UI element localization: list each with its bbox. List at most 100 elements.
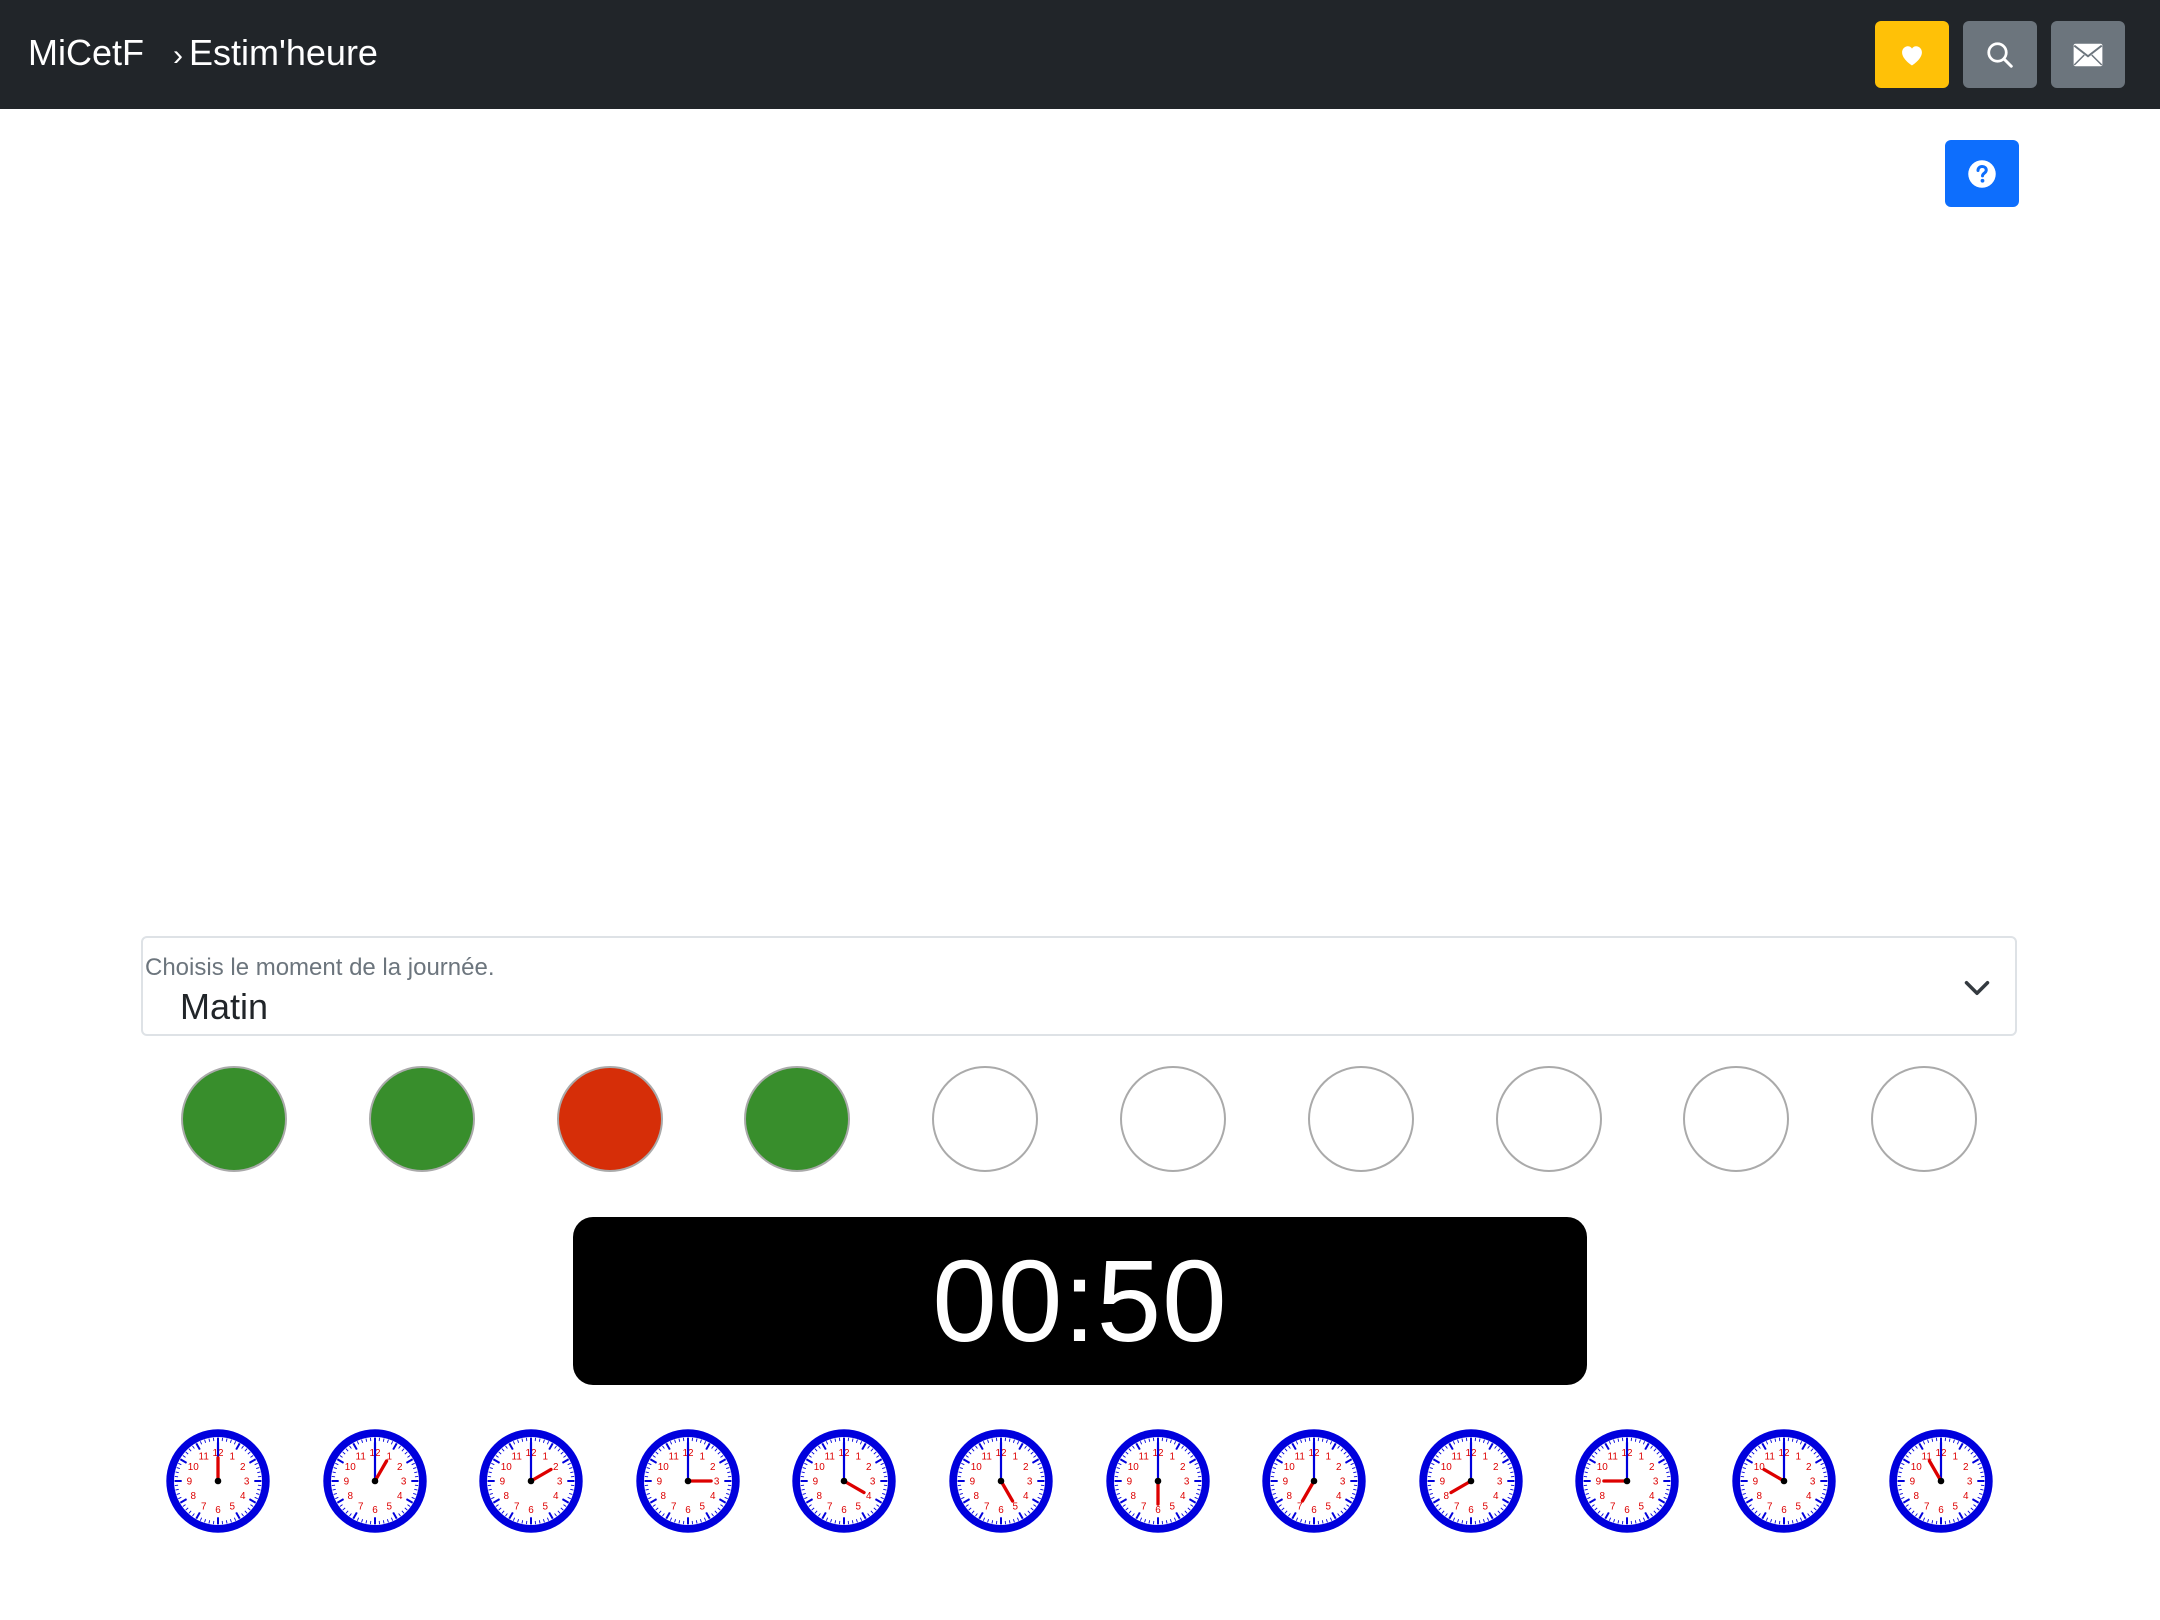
svg-text:4: 4 — [1806, 1491, 1812, 1502]
svg-text:6: 6 — [685, 1505, 691, 1516]
svg-text:1: 1 — [230, 1452, 236, 1463]
svg-text:3: 3 — [1653, 1477, 1659, 1488]
svg-text:7: 7 — [201, 1501, 207, 1512]
svg-text:7: 7 — [671, 1501, 677, 1512]
svg-text:4: 4 — [240, 1491, 246, 1502]
svg-text:11: 11 — [1765, 1452, 1776, 1463]
brand-link[interactable]: MiCetF — [28, 31, 144, 75]
svg-text:11: 11 — [1295, 1452, 1306, 1463]
svg-text:1: 1 — [699, 1452, 705, 1463]
svg-text:1: 1 — [1482, 1452, 1488, 1463]
timer-display: 00:50 — [573, 1217, 1587, 1385]
envelope-icon — [2073, 43, 2103, 66]
progress-dot-pending — [1495, 1066, 1602, 1172]
svg-text:1: 1 — [543, 1452, 549, 1463]
svg-text:7: 7 — [984, 1501, 990, 1512]
progress-dot-correct — [181, 1066, 287, 1172]
progress-dot-pending — [1307, 1066, 1414, 1172]
svg-text:6: 6 — [372, 1505, 378, 1516]
svg-text:10: 10 — [814, 1462, 826, 1473]
favorite-button[interactable] — [1875, 21, 1949, 88]
svg-text:6: 6 — [1938, 1505, 1944, 1516]
progress-dot-pending — [1871, 1066, 1978, 1172]
moment-select[interactable]: Choisis le moment de la journée. Matin — [141, 936, 2017, 1036]
svg-text:6: 6 — [842, 1505, 848, 1516]
svg-text:9: 9 — [813, 1477, 819, 1488]
svg-text:1: 1 — [1013, 1452, 1019, 1463]
svg-text:5: 5 — [856, 1501, 862, 1512]
svg-text:10: 10 — [1597, 1462, 1609, 1473]
clock-option[interactable]: 123456789101112 — [946, 1426, 1056, 1536]
svg-text:6: 6 — [1781, 1505, 1787, 1516]
svg-text:8: 8 — [1130, 1491, 1136, 1502]
svg-text:3: 3 — [1966, 1477, 1972, 1488]
search-button[interactable] — [1963, 21, 2037, 88]
clock-option[interactable]: 123456789101112 — [1416, 1426, 1526, 1536]
svg-text:2: 2 — [1963, 1462, 1969, 1473]
svg-text:2: 2 — [397, 1462, 403, 1473]
svg-text:1: 1 — [1952, 1452, 1958, 1463]
breadcrumb: › Estim'heure — [173, 31, 378, 78]
svg-text:11: 11 — [199, 1452, 210, 1463]
chevron-down-icon — [1964, 981, 1990, 995]
svg-text:4: 4 — [1336, 1491, 1342, 1502]
svg-text:2: 2 — [1023, 1462, 1029, 1473]
svg-text:6: 6 — [528, 1505, 534, 1516]
svg-text:9: 9 — [1439, 1477, 1445, 1488]
svg-text:11: 11 — [668, 1452, 679, 1463]
svg-text:2: 2 — [710, 1462, 716, 1473]
breadcrumb-current[interactable]: Estim'heure — [189, 32, 378, 73]
clock-option[interactable]: 123456789101112 — [476, 1426, 586, 1536]
svg-text:9: 9 — [1909, 1477, 1915, 1488]
search-icon — [1987, 41, 2013, 68]
svg-text:3: 3 — [1027, 1477, 1033, 1488]
svg-text:7: 7 — [358, 1501, 364, 1512]
svg-text:2: 2 — [1493, 1462, 1499, 1473]
svg-text:11: 11 — [1608, 1452, 1619, 1463]
clock-option[interactable]: 123456789101112 — [1886, 1426, 1996, 1536]
clock-option[interactable]: 123456789101112 — [789, 1426, 899, 1536]
svg-text:6: 6 — [1625, 1505, 1631, 1516]
svg-text:8: 8 — [660, 1491, 666, 1502]
svg-text:9: 9 — [970, 1477, 976, 1488]
svg-text:4: 4 — [710, 1491, 716, 1502]
clock-option[interactable]: 123456789101112 — [1729, 1426, 1839, 1536]
svg-text:8: 8 — [504, 1491, 510, 1502]
svg-text:5: 5 — [386, 1501, 392, 1512]
clock-option[interactable]: 123456789101112 — [320, 1426, 430, 1536]
svg-text:4: 4 — [1180, 1491, 1186, 1502]
svg-text:8: 8 — [1600, 1491, 1606, 1502]
clock-option[interactable]: 123456789101112 — [633, 1426, 743, 1536]
svg-text:7: 7 — [1767, 1501, 1773, 1512]
svg-text:1: 1 — [1796, 1452, 1802, 1463]
svg-text:8: 8 — [817, 1491, 823, 1502]
progress-dot-pending — [932, 1066, 1039, 1172]
svg-text:7: 7 — [514, 1501, 520, 1512]
svg-text:4: 4 — [1963, 1491, 1969, 1502]
svg-text:6: 6 — [998, 1505, 1004, 1516]
help-button[interactable] — [1945, 140, 2019, 207]
svg-text:9: 9 — [1126, 1477, 1132, 1488]
clock-option[interactable]: 123456789101112 — [1103, 1426, 1213, 1536]
progress-dot-pending — [1683, 1066, 1790, 1172]
svg-text:4: 4 — [866, 1491, 872, 1502]
svg-text:4: 4 — [553, 1491, 559, 1502]
clock-option[interactable]: 123456789101112 — [1572, 1426, 1682, 1536]
progress-dot-correct — [368, 1066, 475, 1172]
svg-text:5: 5 — [1482, 1501, 1488, 1512]
moment-select-value: Matin — [180, 986, 269, 1027]
progress-dot-wrong — [556, 1066, 663, 1172]
svg-text:9: 9 — [187, 1477, 193, 1488]
svg-text:10: 10 — [1127, 1462, 1139, 1473]
svg-text:11: 11 — [1138, 1452, 1149, 1463]
svg-text:5: 5 — [1639, 1501, 1645, 1512]
svg-text:8: 8 — [1287, 1491, 1293, 1502]
mail-button[interactable] — [2051, 21, 2125, 88]
svg-text:3: 3 — [1497, 1477, 1503, 1488]
clock-option[interactable]: 123456789101112 — [1259, 1426, 1369, 1536]
clock-option[interactable]: 123456789101112 — [163, 1426, 273, 1536]
svg-text:3: 3 — [714, 1477, 720, 1488]
breadcrumb-separator: › — [173, 39, 183, 72]
svg-text:6: 6 — [1311, 1505, 1317, 1516]
svg-text:10: 10 — [1441, 1462, 1453, 1473]
